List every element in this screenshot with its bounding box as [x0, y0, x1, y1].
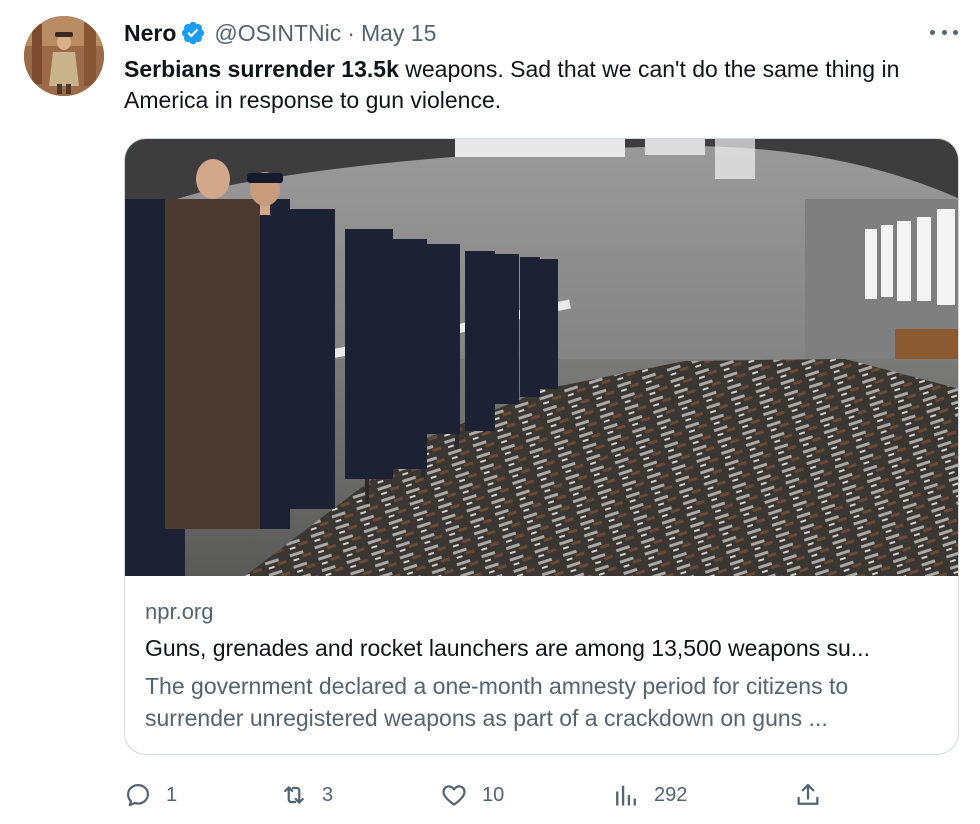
author-name[interactable]: Nero	[124, 20, 176, 47]
card-title: Guns, grenades and rocket launchers are …	[145, 635, 870, 661]
link-card[interactable]: npr.org Guns, grenades and rocket launch…	[124, 138, 959, 755]
tweet-date[interactable]: May 15	[361, 20, 436, 47]
views-count: 292	[654, 783, 688, 806]
share-icon	[797, 783, 819, 805]
like-button[interactable]: 10	[440, 778, 504, 812]
tweet-text-bold: Serbians surrender 13.5k	[124, 56, 399, 82]
reply-button[interactable]: 1	[124, 778, 177, 812]
verified-badge-icon	[182, 21, 205, 45]
repost-count: 3	[322, 783, 334, 806]
tweet-text: Serbians surrender 13.5k weapons. Sad th…	[124, 54, 964, 116]
tweet-actions: 1 3 10 292	[124, 778, 954, 812]
tweet-header: Nero @OSINTNic · May 15	[124, 18, 436, 48]
card-domain: npr.org	[145, 599, 214, 624]
dot	[953, 29, 958, 35]
avatar-icon	[24, 16, 104, 96]
news-photo	[125, 139, 958, 576]
heart-icon	[442, 785, 466, 806]
repost-icon	[284, 786, 304, 804]
share-button[interactable]	[794, 778, 822, 812]
author-handle[interactable]: @OSINTNic	[214, 20, 341, 47]
views-chart-icon	[616, 785, 636, 806]
reply-count: 1	[166, 783, 178, 806]
avatar[interactable]	[24, 16, 104, 96]
repost-button[interactable]: 3	[280, 778, 333, 812]
views-button[interactable]: 292	[612, 778, 687, 812]
tweet: Nero @OSINTNic · May 15 Serbians surrend…	[0, 0, 980, 824]
header-separator: ·	[347, 19, 355, 46]
card-description: The government declared a one-month amne…	[145, 673, 849, 731]
more-options-icon[interactable]	[930, 22, 958, 42]
dot	[930, 29, 935, 35]
card-image[interactable]	[125, 139, 958, 576]
reply-icon	[126, 783, 150, 807]
dot	[941, 29, 947, 35]
like-count: 10	[482, 783, 505, 806]
